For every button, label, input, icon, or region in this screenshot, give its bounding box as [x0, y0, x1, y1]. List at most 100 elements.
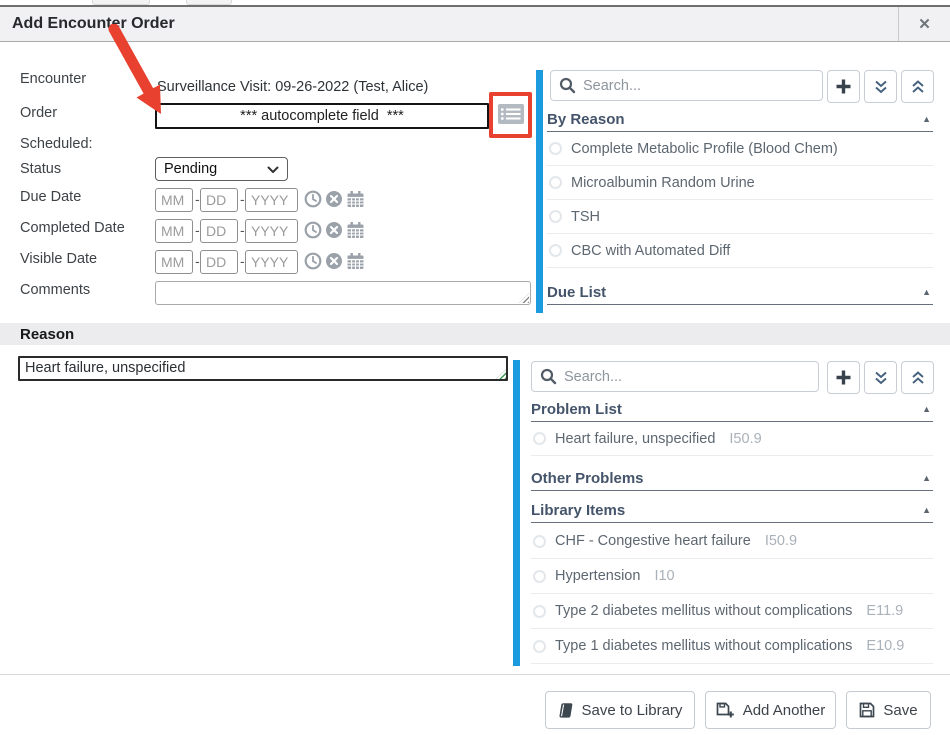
- by-reason-list: Complete Metabolic Profile (Blood Chem) …: [547, 132, 933, 268]
- collapse-triangle-icon: ▲: [922, 473, 933, 483]
- reason-option[interactable]: Type 2 diabetes mellitus without complic…: [531, 594, 933, 629]
- clear-date-button[interactable]: [324, 221, 344, 241]
- completed-date-label: Completed Date: [20, 220, 125, 236]
- reason-option[interactable]: Heart failure, unspecified I50.9: [531, 422, 933, 456]
- due-list-header[interactable]: Due List ▲: [547, 280, 933, 305]
- reason-option-label: CHF - Congestive heart failure: [555, 533, 751, 549]
- reason-search-box: [531, 361, 819, 392]
- expand-all-button[interactable]: [864, 70, 897, 103]
- comments-input[interactable]: [155, 281, 531, 305]
- set-now-button[interactable]: [303, 221, 323, 241]
- collapse-all-button[interactable]: [901, 361, 934, 394]
- date-mm-input[interactable]: [155, 188, 193, 212]
- order-option[interactable]: Complete Metabolic Profile (Blood Chem): [547, 132, 933, 166]
- reason-input[interactable]: Heart failure, unspecified: [18, 356, 508, 381]
- save-to-library-label: Save to Library: [582, 702, 683, 719]
- radio-icon: [549, 142, 562, 155]
- order-search-input[interactable]: [583, 78, 814, 94]
- reason-option[interactable]: Hypertension I10: [531, 559, 933, 594]
- section-title: Problem List: [531, 401, 622, 418]
- clear-date-button[interactable]: [324, 252, 344, 272]
- radio-icon: [549, 244, 562, 257]
- section-title: Due List: [547, 284, 606, 301]
- collapse-triangle-icon: ▲: [922, 287, 933, 297]
- clock-icon: [304, 252, 322, 270]
- reason-option-label: Hypertension: [555, 568, 640, 584]
- calendar-icon: [346, 252, 365, 270]
- icd-code: I50.9: [765, 533, 797, 549]
- set-now-button[interactable]: [303, 190, 323, 210]
- reason-option[interactable]: CHF - Congestive heart failure I50.9: [531, 524, 933, 559]
- date-dash: -: [195, 253, 200, 269]
- reason-option[interactable]: Type 1 diabetes mellitus without complic…: [531, 629, 933, 664]
- reason-search-input[interactable]: [564, 369, 810, 385]
- radio-icon: [549, 210, 562, 223]
- by-reason-header[interactable]: By Reason ▲: [547, 107, 933, 132]
- calendar-picker-button[interactable]: [345, 252, 365, 272]
- add-order-button[interactable]: [827, 70, 860, 103]
- date-yyyy-input[interactable]: [245, 188, 298, 212]
- save-to-library-button[interactable]: Save to Library: [545, 691, 695, 729]
- date-mm-input[interactable]: [155, 250, 193, 274]
- order-autocomplete-input[interactable]: [155, 103, 489, 129]
- circle-x-icon: [325, 252, 343, 270]
- order-option-label: Complete Metabolic Profile (Blood Chem): [571, 141, 838, 157]
- list-icon: [497, 102, 525, 126]
- floppy-icon: [859, 702, 875, 718]
- order-picker-button[interactable]: [495, 99, 527, 131]
- order-label: Order: [20, 105, 57, 121]
- date-yyyy-input[interactable]: [245, 219, 298, 243]
- date-dd-input[interactable]: [200, 188, 238, 212]
- calendar-picker-button[interactable]: [345, 190, 365, 210]
- clear-date-button[interactable]: [324, 190, 344, 210]
- plus-icon: [835, 78, 852, 95]
- library-items-header[interactable]: Library Items ▲: [531, 498, 933, 523]
- close-button[interactable]: ✕: [898, 7, 950, 41]
- collapse-all-button[interactable]: [901, 70, 934, 103]
- date-dash: -: [195, 222, 200, 238]
- add-reason-button[interactable]: [827, 361, 860, 394]
- search-icon: [559, 77, 576, 94]
- save-button[interactable]: Save: [846, 691, 931, 729]
- status-select[interactable]: Pending: [155, 157, 288, 181]
- dialog-title: Add Encounter Order: [12, 15, 175, 33]
- order-option-label: TSH: [571, 209, 600, 225]
- set-now-button[interactable]: [303, 252, 323, 272]
- icd-code: E11.9: [866, 603, 903, 619]
- save-plus-icon: [716, 702, 735, 719]
- status-label: Status: [20, 161, 61, 177]
- order-option[interactable]: TSH: [547, 200, 933, 234]
- order-option[interactable]: CBC with Automated Diff: [547, 234, 933, 268]
- date-dd-input[interactable]: [200, 250, 238, 274]
- icd-code: I50.9: [729, 431, 761, 447]
- reason-option-label: Heart failure, unspecified: [555, 431, 715, 447]
- collapse-triangle-icon: ▲: [922, 505, 933, 515]
- add-another-button[interactable]: Add Another: [705, 691, 836, 729]
- reason-field-wrap: Heart failure, unspecified: [18, 356, 508, 381]
- problem-list-header[interactable]: Problem List ▲: [531, 397, 933, 422]
- order-option[interactable]: Microalbumin Random Urine: [547, 166, 933, 200]
- reason-title: Reason: [20, 326, 74, 343]
- calendar-picker-button[interactable]: [345, 221, 365, 241]
- problem-list: Heart failure, unspecified I50.9: [531, 422, 933, 456]
- expand-all-button[interactable]: [864, 361, 897, 394]
- date-dd-input[interactable]: [200, 219, 238, 243]
- date-mm-input[interactable]: [155, 219, 193, 243]
- double-chevron-up-icon: [910, 370, 926, 386]
- date-yyyy-input[interactable]: [245, 250, 298, 274]
- date-dash: -: [240, 191, 245, 207]
- other-problems-header[interactable]: Other Problems ▲: [531, 466, 933, 491]
- status-value: Pending: [164, 161, 217, 177]
- collapse-triangle-icon: ▲: [922, 404, 933, 414]
- section-title: Other Problems: [531, 470, 644, 487]
- double-chevron-up-icon: [910, 79, 926, 95]
- book-icon: [558, 702, 574, 719]
- order-option-label: CBC with Automated Diff: [571, 243, 730, 259]
- clock-icon: [304, 221, 322, 239]
- library-items-list: CHF - Congestive heart failure I50.9 Hyp…: [531, 524, 933, 664]
- order-option-label: Microalbumin Random Urine: [571, 175, 755, 191]
- chevron-down-icon: [267, 166, 279, 174]
- order-search-box: [550, 70, 823, 101]
- clock-icon: [304, 190, 322, 208]
- due-date-label: Due Date: [20, 189, 81, 205]
